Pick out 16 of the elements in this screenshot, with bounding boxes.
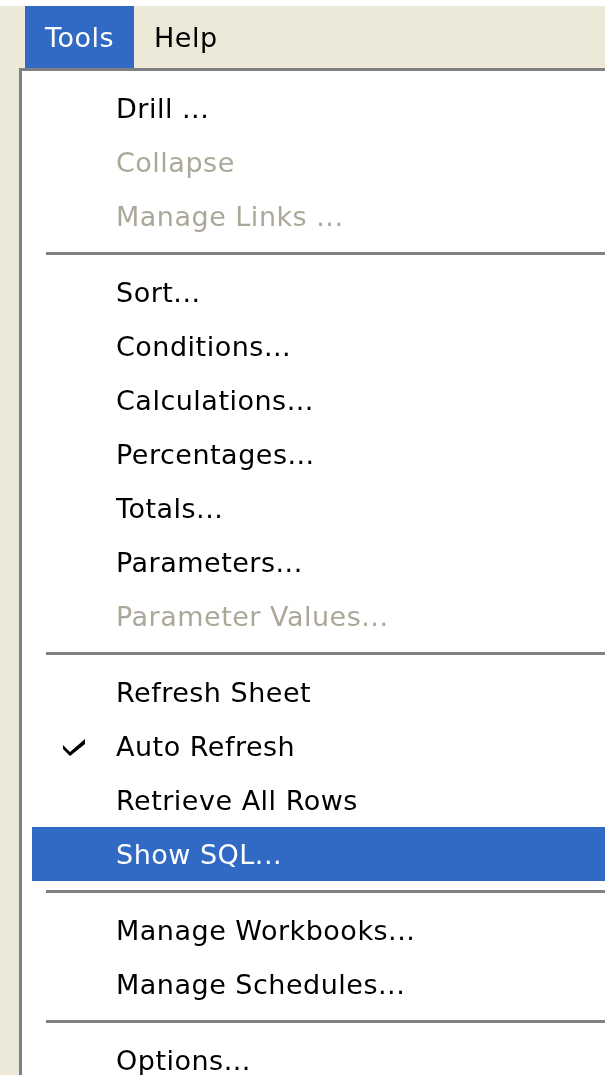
menu-bar-item[interactable]: Help — [134, 6, 238, 68]
menu-item[interactable]: Manage Schedules... — [32, 957, 605, 1011]
menu-bar-item[interactable]: Tools — [25, 6, 134, 68]
menu-item[interactable]: Percentages... — [32, 427, 605, 481]
menu-item[interactable]: Conditions... — [32, 319, 605, 373]
menu-item[interactable]: Options... — [32, 1033, 605, 1075]
menu-item[interactable]: Totals... — [32, 481, 605, 535]
menu-item[interactable]: Refresh Sheet — [32, 665, 605, 719]
menu-item[interactable]: Calculations... — [32, 373, 605, 427]
menu-item[interactable]: Show SQL... — [32, 827, 605, 881]
menu-item[interactable]: Manage Workbooks... — [32, 903, 605, 957]
menu-item[interactable]: Auto Refresh — [32, 719, 605, 773]
menu-item[interactable]: Sort... — [32, 265, 605, 319]
menu-item[interactable]: Drill ... — [32, 81, 605, 135]
menu-item[interactable]: Parameters... — [32, 535, 605, 589]
menu-item[interactable]: Retrieve All Rows — [32, 773, 605, 827]
